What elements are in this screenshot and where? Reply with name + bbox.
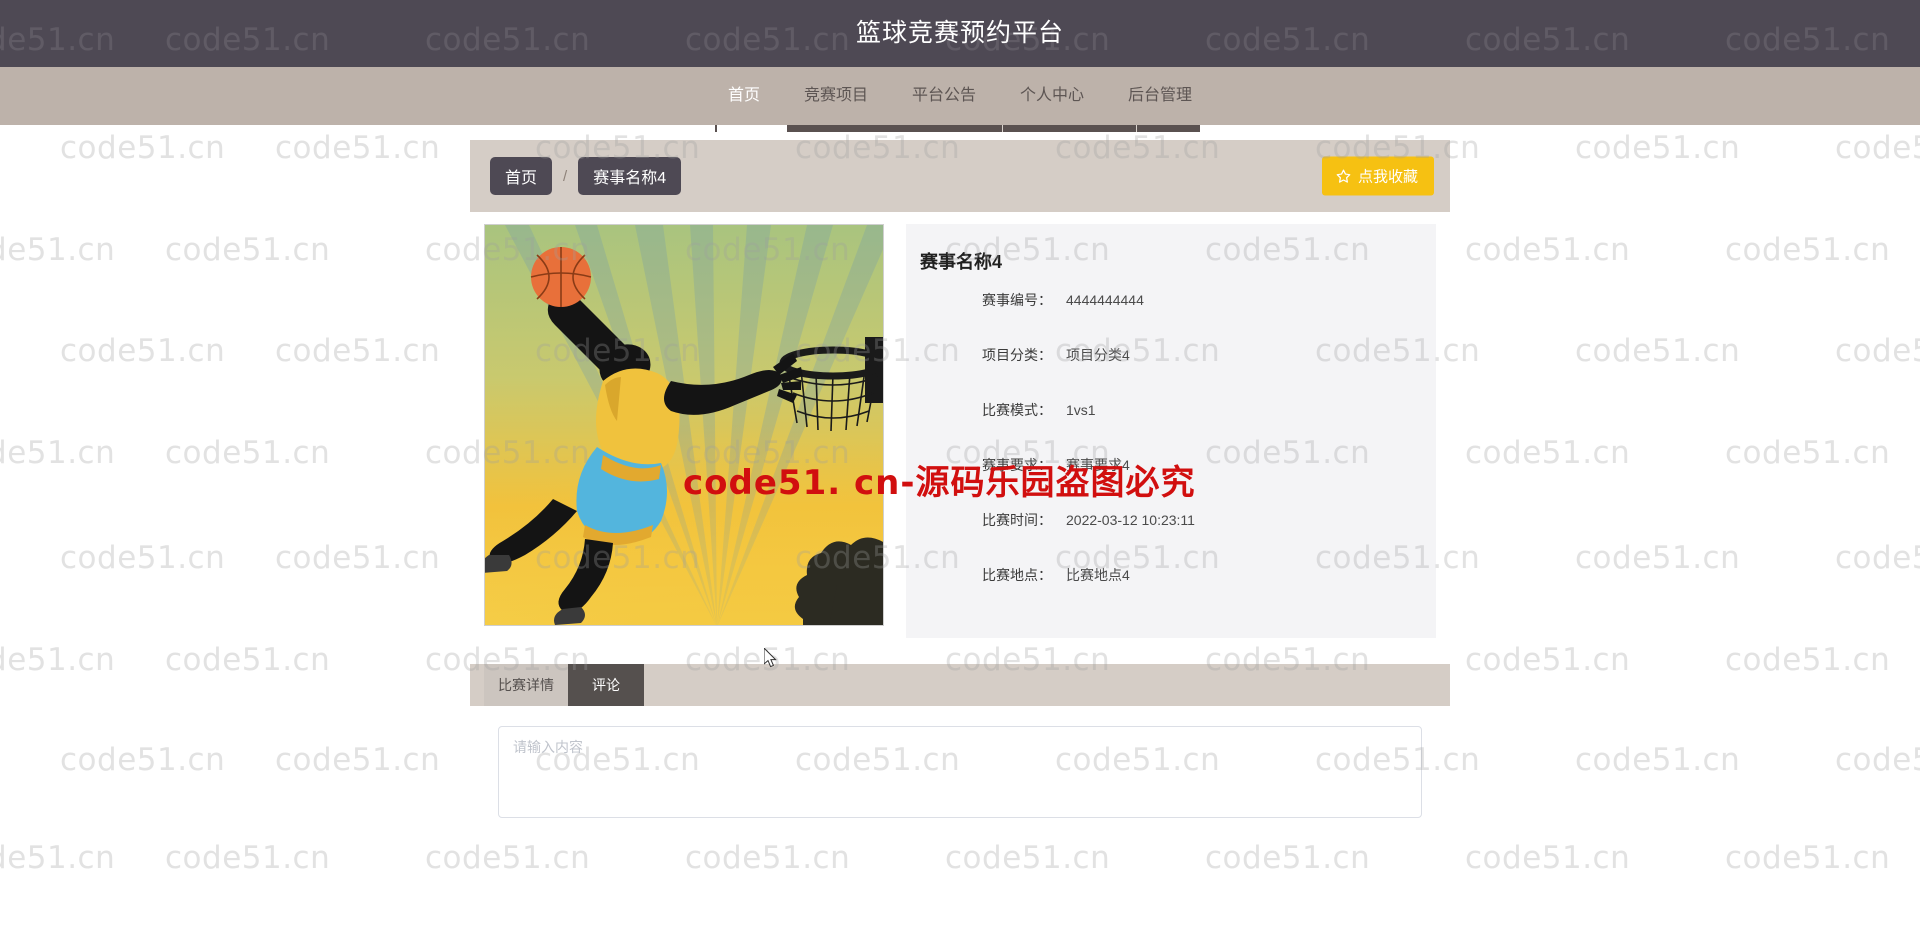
- event-field-row: 项目分类： 项目分类4: [906, 345, 1436, 400]
- detail-section: 赛事名称4 赛事编号： 4444444444 项目分类： 项目分类4 比赛模式： 1vs1…: [470, 212, 1450, 652]
- breadcrumb-bar: 首页 / 赛事名称4 点我收藏: [470, 140, 1450, 212]
- watermark-text: code51.cn: [1465, 840, 1631, 876]
- nav-underline-mid-2: [1003, 125, 1136, 132]
- event-image[interactable]: [484, 224, 884, 626]
- watermark-text: code51.cn: [60, 540, 226, 576]
- tab-0[interactable]: 比赛详情: [484, 664, 568, 706]
- watermark-text: code51.cn: [60, 742, 226, 778]
- watermark-text: code51.cn: [1575, 540, 1741, 576]
- nav-item-list: 首页 竞赛项目 平台公告 个人中心 后台管理: [706, 67, 1214, 125]
- watermark-text: code51.cn: [0, 435, 116, 471]
- breadcrumb: 首页 / 赛事名称4: [490, 157, 682, 195]
- event-field-row: 比赛时间： 2022-03-12 10:23:11: [906, 510, 1436, 565]
- watermark-text: code51.cn: [1725, 840, 1891, 876]
- tab-list: 比赛详情 评论: [470, 664, 1450, 706]
- tab-1[interactable]: 评论: [568, 664, 644, 706]
- watermark-text: code51.cn: [1575, 333, 1741, 369]
- nav-underline-notch-2: [1136, 125, 1137, 132]
- event-field-label: 比赛时间：: [982, 512, 1052, 528]
- breadcrumb-item-1[interactable]: 赛事名称4: [578, 157, 682, 195]
- tab-panel: 请输入内容: [470, 706, 1450, 858]
- nav-underline-right: [1137, 125, 1200, 132]
- watermark-text: code51.cn: [1465, 435, 1631, 471]
- star-icon: [1336, 169, 1351, 184]
- breadcrumb-item-0[interactable]: 首页: [490, 157, 553, 195]
- event-title: 赛事名称4: [920, 252, 1003, 272]
- nav-item-4[interactable]: 后台管理: [1106, 67, 1214, 125]
- page-title: 篮球竞赛预约平台: [855, 19, 1064, 47]
- watermark-text: code51.cn: [1725, 435, 1891, 471]
- watermark-text: code51.cn: [0, 840, 116, 876]
- event-field-label: 项目分类：: [982, 347, 1052, 363]
- comment-placeholder: 请输入内容: [513, 739, 583, 755]
- event-field-row: 赛事要求： 赛事要求4: [906, 455, 1436, 510]
- watermark-text: code51.cn: [1835, 540, 1920, 576]
- event-field-label: 比赛地点：: [982, 567, 1052, 583]
- event-field-value: 项目分类4: [1066, 347, 1130, 363]
- event-field-value: 4444444444: [1066, 292, 1144, 308]
- favorite-button[interactable]: 点我收藏: [1321, 156, 1434, 196]
- watermark-text: code51.cn: [165, 232, 331, 268]
- event-field-value: 1vs1: [1066, 402, 1096, 418]
- watermark-text: code51.cn: [1725, 232, 1891, 268]
- watermark-text: code51.cn: [275, 540, 441, 576]
- watermark-text: code51.cn: [1575, 130, 1741, 166]
- watermark-text: code51.cn: [1835, 333, 1920, 369]
- event-field-value: 2022-03-12 10:23:11: [1066, 512, 1195, 528]
- event-field-value: 比赛地点4: [1066, 567, 1130, 583]
- watermark-text: code51.cn: [1465, 232, 1631, 268]
- page-root: 篮球竞赛预约平台 首页 竞赛项目 平台公告 个人中心 后台管理 首页 / 赛事名称4 点我收…: [0, 0, 1920, 936]
- main-nav: 首页 竞赛项目 平台公告 个人中心 后台管理: [0, 67, 1920, 125]
- watermark-text: code51.cn: [1725, 642, 1891, 678]
- tabs-card: 比赛详情 评论 请输入内容: [470, 664, 1450, 858]
- nav-item-0[interactable]: 首页: [706, 67, 782, 125]
- nav-item-1[interactable]: 竞赛项目: [782, 67, 890, 125]
- basketball-dunk-illustration: [485, 225, 883, 625]
- event-field-row: 赛事编号： 4444444444: [906, 290, 1436, 345]
- event-field-row: 比赛模式： 1vs1: [906, 400, 1436, 455]
- favorite-button-label: 点我收藏: [1357, 168, 1418, 186]
- watermark-text: code51.cn: [165, 840, 331, 876]
- watermark-text: code51.cn: [1835, 742, 1920, 778]
- watermark-text: code51.cn: [1575, 742, 1741, 778]
- watermark-text: code51.cn: [275, 130, 441, 166]
- nav-underline-notch-1: [1002, 125, 1003, 132]
- event-field-label: 赛事编号：: [982, 292, 1052, 308]
- site-header: 篮球竞赛预约平台: [0, 0, 1920, 67]
- nav-underline-active-gap: [717, 125, 787, 132]
- event-field-list: 赛事编号： 4444444444 项目分类： 项目分类4 比赛模式： 1vs1 赛事要求：赛…: [906, 290, 1436, 620]
- watermark-text: code51.cn: [165, 642, 331, 678]
- watermark-text: code51.cn: [275, 333, 441, 369]
- content-container: 首页 / 赛事名称4 点我收藏 赛事名称4 赛事编号： 4444444444 项…: [470, 140, 1450, 858]
- event-field-label: 比赛模式：: [982, 402, 1052, 418]
- watermark-text: code51.cn: [1465, 642, 1631, 678]
- nav-item-2[interactable]: 平台公告: [890, 67, 998, 125]
- nav-item-3[interactable]: 个人中心: [998, 67, 1106, 125]
- watermark-text: code51.cn: [60, 333, 226, 369]
- event-field-value: 赛事要求4: [1066, 457, 1130, 473]
- breadcrumb-separator: /: [563, 167, 568, 185]
- event-field-label: 赛事要求：: [982, 457, 1052, 473]
- nav-underline-mid: [787, 125, 1002, 132]
- watermark-text: code51.cn: [60, 130, 226, 166]
- watermark-text: code51.cn: [1835, 130, 1920, 166]
- event-field-row: 比赛地点： 比赛地点4: [906, 565, 1436, 620]
- watermark-text: code51.cn: [165, 435, 331, 471]
- watermark-text: code51.cn: [0, 232, 116, 268]
- event-info-panel: 赛事名称4 赛事编号： 4444444444 项目分类： 项目分类4 比赛模式： 1vs1…: [906, 224, 1436, 638]
- watermark-text: code51.cn: [275, 742, 441, 778]
- watermark-text: code51.cn: [0, 642, 116, 678]
- comment-input[interactable]: 请输入内容: [498, 726, 1422, 818]
